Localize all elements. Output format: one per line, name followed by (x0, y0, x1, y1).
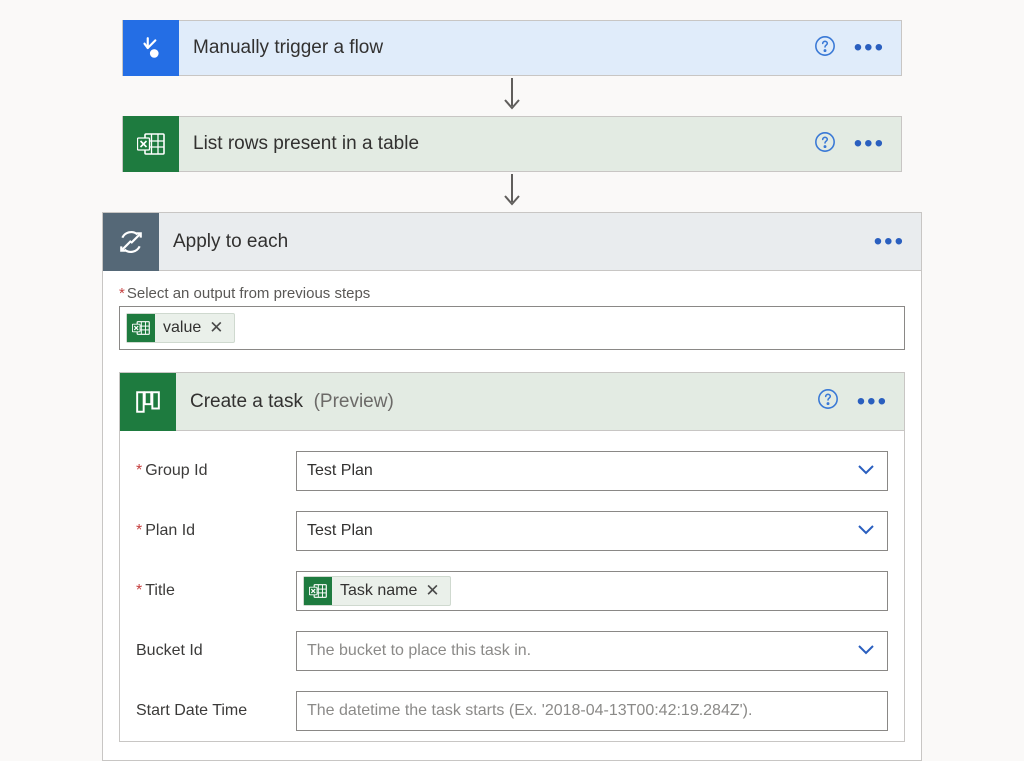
apply-header[interactable]: Apply to each ••• (103, 213, 921, 271)
more-menu[interactable]: ••• (854, 43, 885, 53)
field-title[interactable]: Task name ✕ (296, 571, 888, 611)
token-text: Task name (340, 582, 417, 600)
more-menu[interactable]: ••• (874, 237, 905, 247)
create-task-header[interactable]: Create a task (Preview) ••• (120, 373, 904, 431)
excel-icon (127, 314, 155, 342)
label-title: *Title (136, 582, 286, 600)
excel-icon (304, 577, 332, 605)
token-task-name[interactable]: Task name ✕ (303, 576, 451, 606)
chevron-down-icon (857, 462, 875, 480)
label-group-id: *Group Id (136, 462, 286, 480)
trigger-icon (123, 20, 179, 76)
excel-icon (123, 116, 179, 172)
step-listrows[interactable]: List rows present in a table ••• (122, 116, 902, 172)
step-trigger[interactable]: Manually trigger a flow ••• (122, 20, 902, 76)
chevron-down-icon (857, 522, 875, 540)
field-start-date-time[interactable]: The datetime the task starts (Ex. '2018-… (296, 691, 888, 731)
more-menu[interactable]: ••• (854, 139, 885, 149)
token-text: value (163, 319, 201, 337)
label-start-date-time: Start Date Time (136, 702, 286, 720)
label-bucket-id: Bucket Id (136, 642, 286, 660)
loop-icon (103, 213, 159, 271)
field-group-id[interactable]: Test Plan (296, 451, 888, 491)
token-value[interactable]: value ✕ (126, 313, 235, 343)
create-task-title: Create a task (Preview) (176, 391, 817, 413)
field-plan-id[interactable]: Test Plan (296, 511, 888, 551)
help-icon[interactable] (814, 35, 836, 62)
step-trigger-title: Manually trigger a flow (179, 37, 814, 59)
step-listrows-title: List rows present in a table (179, 133, 814, 155)
planner-icon (120, 373, 176, 431)
remove-token-icon[interactable]: ✕ (209, 318, 223, 338)
help-icon[interactable] (817, 388, 839, 415)
step-apply-to-each: Apply to each ••• *Select an output from… (102, 212, 922, 761)
help-icon[interactable] (814, 131, 836, 158)
field-bucket-id[interactable]: The bucket to place this task in. (296, 631, 888, 671)
step-create-task: Create a task (Preview) ••• (119, 372, 905, 742)
more-menu[interactable]: ••• (857, 397, 888, 407)
output-label: *Select an output from previous steps (119, 285, 905, 302)
connector-arrow (499, 76, 525, 116)
output-field[interactable]: value ✕ (119, 306, 905, 350)
remove-token-icon[interactable]: ✕ (425, 581, 439, 601)
connector-arrow (499, 172, 525, 212)
apply-title: Apply to each (159, 231, 874, 253)
label-plan-id: *Plan Id (136, 522, 286, 540)
chevron-down-icon (857, 642, 875, 660)
